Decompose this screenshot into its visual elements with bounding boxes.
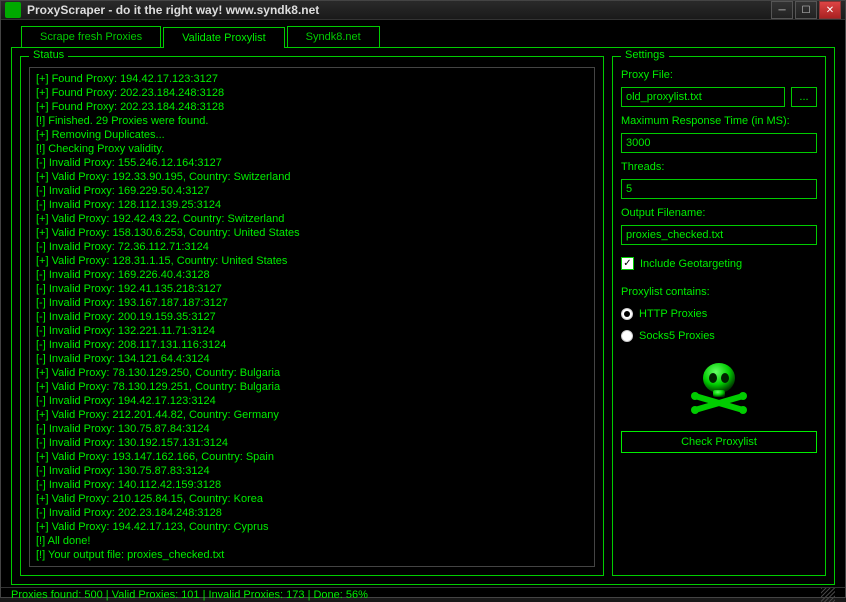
statusbar: Proxies found: 500 | Valid Proxies: 101 … [1, 587, 845, 602]
window-title: ProxyScraper - do it the right way! www.… [27, 3, 771, 17]
resize-grip-icon[interactable] [821, 588, 835, 602]
status-line: [-] Invalid Proxy: 140.112.42.159:3128 [36, 478, 588, 492]
status-line: [+] Found Proxy: 202.23.184.248:3128 [36, 100, 588, 114]
radio-socks5[interactable] [621, 330, 633, 342]
content-area: Status [+] Found Proxy: 194.42.17.123:31… [11, 47, 835, 585]
status-line: [-] Invalid Proxy: 193.167.187.187:3127 [36, 296, 588, 310]
status-line: [+] Valid Proxy: 192.42.43.22, Country: … [36, 212, 588, 226]
status-panel: Status [+] Found Proxy: 194.42.17.123:31… [20, 56, 604, 576]
status-line: [+] Valid Proxy: 78.130.129.251, Country… [36, 380, 588, 394]
tab-scrape-fresh[interactable]: Scrape fresh Proxies [21, 26, 161, 47]
status-line: [+] Valid Proxy: 78.130.129.250, Country… [36, 366, 588, 380]
threads-label: Threads: [621, 161, 817, 173]
status-panel-title: Status [29, 49, 68, 61]
threads-input[interactable] [621, 179, 817, 199]
status-line: [-] Invalid Proxy: 132.221.11.71:3124 [36, 324, 588, 338]
status-line: [-] Invalid Proxy: 130.75.87.84:3124 [36, 422, 588, 436]
max-response-input[interactable] [621, 133, 817, 153]
status-line: [+] Valid Proxy: 128.31.1.15, Country: U… [36, 254, 588, 268]
tab-syndk8[interactable]: Syndk8.net [287, 26, 380, 47]
titlebar[interactable]: ProxyScraper - do it the right way! www.… [1, 1, 845, 20]
status-line: [-] Invalid Proxy: 200.19.159.35:3127 [36, 310, 588, 324]
tab-validate-proxylist[interactable]: Validate Proxylist [163, 27, 285, 48]
browse-button[interactable]: ... [791, 87, 817, 107]
minimize-button[interactable]: ─ [771, 1, 793, 19]
status-line: [-] Invalid Proxy: 130.75.87.83:3124 [36, 464, 588, 478]
window-body: Scrape fresh Proxies Validate Proxylist … [1, 20, 845, 587]
settings-panel-title: Settings [621, 49, 669, 61]
app-window: ProxyScraper - do it the right way! www.… [0, 0, 846, 598]
status-line: [+] Removing Duplicates... [36, 128, 588, 142]
status-line: [-] Invalid Proxy: 130.192.157.131:3124 [36, 436, 588, 450]
status-line: [+] Valid Proxy: 158.130.6.253, Country:… [36, 226, 588, 240]
status-line: [-] Invalid Proxy: 208.117.131.116:3124 [36, 338, 588, 352]
status-log[interactable]: [+] Found Proxy: 194.42.17.123:3127[+] F… [29, 67, 595, 567]
status-line: [-] Invalid Proxy: 134.121.64.4:3124 [36, 352, 588, 366]
contains-label: Proxylist contains: [621, 286, 817, 298]
settings-panel: Settings Proxy File: ... Maximum Respons… [612, 56, 826, 576]
proxy-file-label: Proxy File: [621, 69, 817, 81]
status-line: [!] All done! [36, 534, 588, 548]
status-line: [-] Invalid Proxy: 169.229.50.4:3127 [36, 184, 588, 198]
maximize-button[interactable]: ☐ [795, 1, 817, 19]
status-line: [-] Invalid Proxy: 192.41.135.218:3127 [36, 282, 588, 296]
proxy-file-input[interactable] [621, 87, 785, 107]
status-line: [-] Invalid Proxy: 72.36.112.71:3124 [36, 240, 588, 254]
status-line: [!] Your output file: proxies_checked.tx… [36, 548, 588, 562]
radio-http-label: HTTP Proxies [639, 308, 707, 320]
status-line: [+] Valid Proxy: 193.147.162.166, Countr… [36, 450, 588, 464]
app-icon [5, 2, 21, 18]
status-line: [+] Valid Proxy: 210.125.84.15, Country:… [36, 492, 588, 506]
status-line: [+] Valid Proxy: 212.201.44.82, Country:… [36, 408, 588, 422]
tabstrip: Scrape fresh Proxies Validate Proxylist … [21, 26, 835, 47]
status-line: [-] Invalid Proxy: 202.23.184.248:3128 [36, 506, 588, 520]
max-response-label: Maximum Response Time (in MS): [621, 115, 817, 127]
status-line: [!] Checking Proxy validity. [36, 142, 588, 156]
statusbar-text: Proxies found: 500 | Valid Proxies: 101 … [11, 589, 368, 601]
output-input[interactable] [621, 225, 817, 245]
close-button[interactable]: ✕ [819, 1, 841, 19]
geo-label: Include Geotargeting [640, 258, 742, 270]
status-line: [-] Invalid Proxy: 128.112.139.25:3124 [36, 198, 588, 212]
check-proxylist-button[interactable]: Check Proxylist [621, 431, 817, 453]
status-line: [+] Found Proxy: 194.42.17.123:3127 [36, 72, 588, 86]
output-label: Output Filename: [621, 207, 817, 219]
status-line: [-] Invalid Proxy: 194.42.17.123:3124 [36, 394, 588, 408]
skull-logo-icon [689, 358, 749, 419]
status-line: [!] Finished. 29 Proxies were found. [36, 114, 588, 128]
status-line: [+] Valid Proxy: 194.42.17.123, Country:… [36, 520, 588, 534]
radio-http[interactable] [621, 308, 633, 320]
status-line: [+] Valid Proxy: 192.33.90.195, Country:… [36, 170, 588, 184]
radio-socks5-label: Socks5 Proxies [639, 330, 715, 342]
geo-checkbox[interactable]: ✓ [621, 257, 634, 270]
status-line: [-] Invalid Proxy: 155.246.12.164:3127 [36, 156, 588, 170]
status-line: [+] Found Proxy: 202.23.184.248:3128 [36, 86, 588, 100]
status-line: [-] Invalid Proxy: 169.226.40.4:3128 [36, 268, 588, 282]
